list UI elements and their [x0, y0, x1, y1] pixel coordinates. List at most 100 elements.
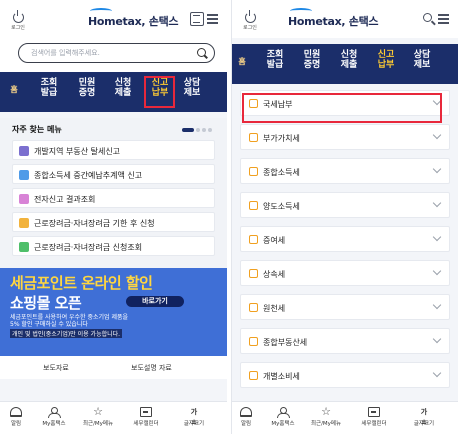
- chevron-down-icon: [432, 300, 442, 310]
- faq-item[interactable]: 근로장려금·자녀장려금 기한 후 신청: [12, 212, 215, 232]
- search-icon[interactable]: [197, 48, 206, 57]
- nav-inquiry-issue[interactable]: 조회 발급: [37, 78, 61, 98]
- tax-menu-label: 증여세: [263, 236, 286, 245]
- text-size-icon: 가±: [420, 408, 428, 426]
- tax-menu-consumption-tax[interactable]: 개별소비세: [240, 362, 450, 388]
- tab-label: My홈택스: [42, 421, 66, 427]
- search-icon[interactable]: [422, 12, 436, 26]
- tab-recent-menu[interactable]: ☆ 최근/My메뉴: [80, 405, 116, 427]
- chevron-down-icon: [432, 164, 442, 174]
- monitor-icon: [249, 167, 258, 176]
- tab-my-hometax[interactable]: My홈택스: [265, 407, 301, 427]
- banner-desc: 5% 할인 구매하실 수 있습니다: [10, 321, 88, 328]
- tax-menu-label: 부가가치세: [263, 134, 300, 143]
- chevron-down-icon: [432, 198, 442, 208]
- tax-menu-income-tax[interactable]: 종합소득세: [240, 158, 450, 184]
- top-bar: 로그인 Hometax, 손택스: [0, 0, 227, 38]
- tab-tax-calendar[interactable]: 세무캘린더: [128, 407, 164, 427]
- nav-home[interactable]: 홈: [235, 57, 249, 67]
- nav-inquiry-issue[interactable]: 조회 발급: [263, 50, 287, 70]
- tax-menu-vat[interactable]: 부가가치세: [240, 124, 450, 150]
- report-icon: [19, 170, 29, 180]
- logo-swoosh: [90, 8, 112, 14]
- nav-civil-certificate[interactable]: 민원 증명: [75, 78, 99, 98]
- nav-apply-submit[interactable]: 신청 제출: [337, 50, 361, 70]
- chevron-down-icon: [432, 266, 442, 276]
- tab-label: 알림: [10, 421, 22, 427]
- calendar-icon: [140, 407, 152, 417]
- banner-notice: 개인 및 법인(중소기업)만 이용 가능합니다.: [10, 329, 123, 338]
- login-button[interactable]: 로그인: [240, 10, 260, 31]
- login-label: 로그인: [243, 25, 257, 31]
- tab-label: 최근/My메뉴: [82, 421, 114, 427]
- document-icon: [19, 146, 29, 156]
- press-release-link[interactable]: 보도자료: [43, 363, 69, 373]
- banner-pager[interactable]: [98, 344, 128, 356]
- banner-subheadline: 쇼핑몰 오픈: [10, 294, 82, 312]
- nav-item-label: 상담 제보: [413, 50, 431, 70]
- database-icon: [249, 269, 258, 278]
- tax-menu-list: 국세납부 부가가치세 종합소득세 양도소득세 증여세 상속세 원천세 종합부동산…: [232, 84, 458, 388]
- nav-home[interactable]: 홈: [7, 85, 21, 95]
- menu-icon[interactable]: [207, 12, 221, 26]
- press-links: 보도자료 보도설명 자료: [0, 356, 227, 379]
- nav-apply-submit[interactable]: 신청 제출: [111, 78, 135, 98]
- tax-menu-label: 원천세: [263, 304, 286, 313]
- nav-civil-certificate[interactable]: 민원 증명: [300, 50, 324, 70]
- bottom-tab-bar: 알림 My홈택스 ☆ 최근/My메뉴 세무캘린더 가± 글자크기: [0, 401, 227, 434]
- faq-item[interactable]: 근로장려금·자녀장려금 신청조회: [12, 236, 215, 256]
- faq-item-label: 전자신고 결과조회: [34, 195, 96, 204]
- bell-icon: [10, 407, 22, 417]
- text-size-icon: 가±: [190, 408, 198, 426]
- main-content: 자주 찾는 메뉴 개발지역 부동산 탈세신고 종합소득세 중간예납추계액 신고 …: [0, 118, 227, 379]
- tax-menu-gift-tax[interactable]: 증여세: [240, 226, 450, 252]
- tab-label: 세무캘린더: [361, 421, 387, 427]
- tax-menu-transfer-tax[interactable]: 양도소득세: [240, 192, 450, 218]
- logo-text: Hometax, 손택스: [88, 15, 179, 28]
- search-input[interactable]: 검색어를 입력해주세요.: [18, 43, 215, 63]
- main-nav: 홈 조회 발급 민원 증명 신청 제출 신고 납부 상담 제보: [232, 44, 458, 84]
- tab-alerts[interactable]: 알림: [0, 407, 34, 427]
- user-icon: [277, 407, 290, 418]
- bell-icon: [240, 407, 252, 417]
- tab-label: 최근/My메뉴: [310, 421, 342, 427]
- nav-item-label: 민원 증명: [303, 50, 321, 70]
- login-button[interactable]: 로그인: [8, 10, 28, 31]
- tab-font-size[interactable]: 가± 글자크기: [176, 407, 212, 427]
- result-icon: [19, 194, 29, 204]
- nav-item-label: 신청 제출: [114, 78, 132, 98]
- tab-my-hometax[interactable]: My홈택스: [36, 407, 72, 427]
- menu-icon[interactable]: [438, 12, 452, 26]
- faq-item[interactable]: 개발지역 부동산 탈세신고: [12, 140, 215, 160]
- promo-banner[interactable]: 세금포인트 온라인 할인 쇼핑몰 오픈 바로가기 세금포인트를 사용하여 우수한…: [0, 268, 227, 356]
- document-icon: [249, 235, 258, 244]
- nav-item-label: 민원 증명: [78, 78, 96, 98]
- grid-icon: [249, 371, 258, 380]
- star-icon: ☆: [93, 405, 103, 418]
- tab-alerts[interactable]: 알림: [232, 407, 264, 427]
- nav-report-pay[interactable]: 신고 납부: [374, 50, 398, 70]
- calendar-icon[interactable]: [190, 12, 204, 26]
- faq-item[interactable]: 종합소득세 중간예납추계액 신고: [12, 164, 215, 184]
- faq-item-label: 근로장려금·자녀장려금 신청조회: [34, 243, 143, 252]
- faq-item[interactable]: 전자신고 결과조회: [12, 188, 215, 208]
- press-explanation-link[interactable]: 보도설명 자료: [131, 363, 172, 373]
- logo-text: Hometax, 손택스: [288, 15, 379, 28]
- tax-menu-withholding-tax[interactable]: 원천세: [240, 294, 450, 320]
- banner-go-button[interactable]: 바로가기: [126, 296, 184, 307]
- hometax-logo[interactable]: Hometax, 손택스: [288, 8, 379, 29]
- right-screen: 로그인 Hometax, 손택스 홈 조회 발급 민원 증명 신청 제출 신고 납부 상…: [231, 0, 458, 434]
- tab-recent-menu[interactable]: ☆ 최근/My메뉴: [308, 405, 344, 427]
- tab-font-size[interactable]: 가± 글자크기: [406, 407, 442, 427]
- highlight-box: [242, 93, 442, 123]
- user-icon: [48, 407, 61, 418]
- tax-menu-property-tax[interactable]: 종합부동산세: [240, 328, 450, 354]
- hometax-logo[interactable]: Hometax, 손택스: [88, 8, 179, 29]
- nav-consult-report[interactable]: 상담 제보: [180, 78, 204, 98]
- calendar-icon: [368, 407, 380, 417]
- tax-menu-inheritance-tax[interactable]: 상속세: [240, 260, 450, 286]
- star-icon: ☆: [321, 405, 331, 418]
- tax-menu-label: 종합소득세: [263, 168, 300, 177]
- nav-consult-report[interactable]: 상담 제보: [410, 50, 434, 70]
- tab-tax-calendar[interactable]: 세무캘린더: [356, 407, 392, 427]
